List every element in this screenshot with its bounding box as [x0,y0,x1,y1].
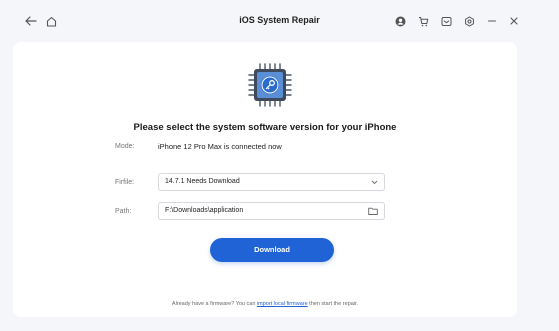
download-button[interactable]: Download [210,238,334,262]
firmware-label: Firfile: [115,179,135,186]
app-window: iOS System Repair Please select the syst… [0,0,559,331]
firmware-select[interactable]: 14.7.1 Needs Download [158,173,385,191]
minimize-icon[interactable] [483,12,501,30]
repair-panel: Please select the system software versio… [13,42,517,317]
mode-label: Mode: [115,143,135,150]
page-heading: Please select the system software versio… [133,122,397,133]
cart-icon[interactable] [414,12,432,30]
firmware-select-value: 14.7.1 Needs Download [165,178,240,185]
footer-note: Already have a firmware? You can import … [13,301,517,307]
footer-text-after: then start the repair. [309,301,359,307]
mode-value: iPhone 12 Pro Max is connected now [158,142,282,151]
close-icon[interactable] [505,12,523,30]
path-label: Path: [115,208,132,215]
settings-icon[interactable] [460,12,478,30]
path-field[interactable]: F:\Downloads\application [158,202,385,220]
chevron-down-icon[interactable] [371,174,378,190]
chip-repair-icon [245,60,295,110]
mail-icon[interactable] [437,12,455,30]
folder-icon[interactable] [368,203,378,219]
title-bar: iOS System Repair [0,0,559,42]
account-icon[interactable] [391,12,409,30]
footer-text-before: Already have a firmware? You can [171,301,256,307]
path-field-value: F:\Downloads\application [165,207,244,214]
import-local-firmware-link[interactable]: import local firmware [257,301,308,307]
